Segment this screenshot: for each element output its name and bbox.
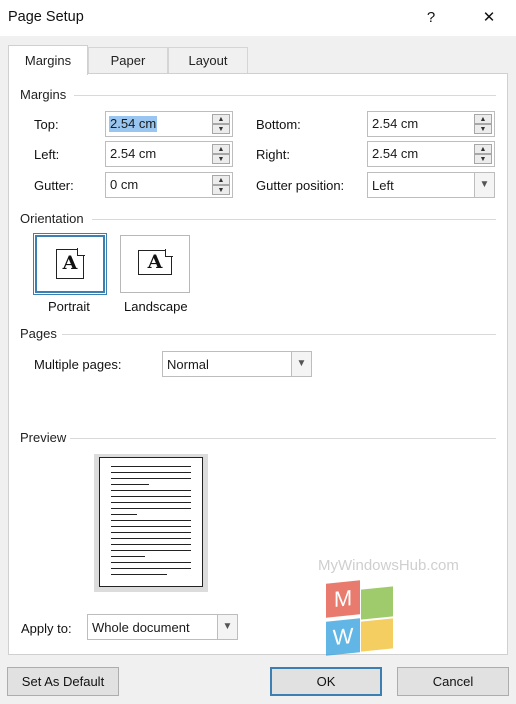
gutter-position-dropdown[interactable]: Left ▼: [367, 172, 495, 198]
multiple-pages-label: Multiple pages:: [34, 357, 122, 372]
multiple-pages-value: Normal: [167, 357, 209, 372]
ok-button[interactable]: OK: [270, 667, 382, 696]
top-label: Top:: [34, 117, 59, 132]
right-decrement-icon[interactable]: ▼: [474, 154, 492, 164]
bottom-value[interactable]: 2.54 cm: [371, 116, 419, 132]
bottom-decrement-icon[interactable]: ▼: [474, 124, 492, 134]
gutter-label: Gutter:: [34, 178, 74, 193]
portrait-page-icon: A: [56, 248, 85, 279]
gutter-decrement-icon[interactable]: ▼: [212, 185, 230, 195]
watermark-tile-red: M: [326, 580, 360, 618]
bottom-spinner[interactable]: 2.54 cm ▲ ▼: [367, 111, 495, 137]
left-increment-icon[interactable]: ▲: [212, 144, 230, 154]
close-button[interactable]: ✕: [474, 6, 504, 30]
top-value[interactable]: 2.54 cm: [109, 116, 158, 132]
margins-group-label: Margins: [20, 87, 67, 102]
top-decrement-icon[interactable]: ▼: [212, 124, 230, 134]
tab-margins[interactable]: Margins: [8, 45, 88, 75]
help-button[interactable]: ?: [416, 6, 446, 30]
apply-to-dropdown[interactable]: Whole document ▼: [87, 614, 238, 640]
top-increment-icon[interactable]: ▲: [212, 114, 230, 124]
landscape-page-icon: A: [138, 249, 173, 275]
pages-group-label: Pages: [20, 326, 57, 341]
watermark-text: MyWindowsHub.com: [318, 557, 459, 574]
landscape-option[interactable]: A: [120, 235, 190, 293]
left-value[interactable]: 2.54 cm: [109, 146, 157, 162]
right-label: Right:: [256, 147, 290, 162]
watermark-tile-blue: W: [326, 618, 360, 656]
margins-divider: [74, 95, 496, 96]
tab-layout[interactable]: Layout: [168, 47, 248, 73]
gutter-position-value: Left: [372, 178, 394, 193]
tab-paper[interactable]: Paper: [88, 47, 168, 73]
gutter-value[interactable]: 0 cm: [109, 177, 139, 193]
bottom-increment-icon[interactable]: ▲: [474, 114, 492, 124]
portrait-label[interactable]: Portrait: [48, 299, 90, 314]
orientation-group-label: Orientation: [20, 211, 84, 226]
preview-group-label: Preview: [20, 430, 67, 445]
gutter-increment-icon[interactable]: ▲: [212, 175, 230, 185]
set-as-default-button[interactable]: Set As Default: [7, 667, 119, 696]
left-decrement-icon[interactable]: ▼: [212, 154, 230, 164]
top-spinner[interactable]: 2.54 cm ▲ ▼: [105, 111, 233, 137]
multiple-pages-dropdown[interactable]: Normal ▼: [162, 351, 312, 377]
portrait-option[interactable]: A: [33, 233, 107, 295]
cancel-button[interactable]: Cancel: [397, 667, 509, 696]
apply-to-label: Apply to:: [21, 621, 72, 636]
preview-page: [99, 457, 203, 587]
chevron-down-icon[interactable]: ▼: [474, 173, 494, 197]
right-spinner[interactable]: 2.54 cm ▲ ▼: [367, 141, 495, 167]
gutter-position-label: Gutter position:: [256, 178, 345, 193]
left-spinner[interactable]: 2.54 cm ▲ ▼: [105, 141, 233, 167]
window-title: Page Setup: [8, 9, 84, 25]
gutter-spinner[interactable]: 0 cm ▲ ▼: [105, 172, 233, 198]
right-value[interactable]: 2.54 cm: [371, 146, 419, 162]
bottom-label: Bottom:: [256, 117, 301, 132]
left-label: Left:: [34, 147, 60, 162]
chevron-down-icon[interactable]: ▼: [291, 352, 311, 376]
close-icon: ✕: [482, 9, 496, 26]
preview-divider: [70, 438, 496, 439]
right-increment-icon[interactable]: ▲: [474, 144, 492, 154]
apply-to-value: Whole document: [92, 620, 190, 635]
watermark-tile-yellow: [361, 618, 393, 652]
orientation-divider: [92, 219, 496, 220]
pages-divider: [62, 334, 496, 335]
watermark-tile-green: [361, 586, 393, 620]
chevron-down-icon[interactable]: ▼: [217, 615, 237, 639]
landscape-label[interactable]: Landscape: [124, 299, 188, 314]
